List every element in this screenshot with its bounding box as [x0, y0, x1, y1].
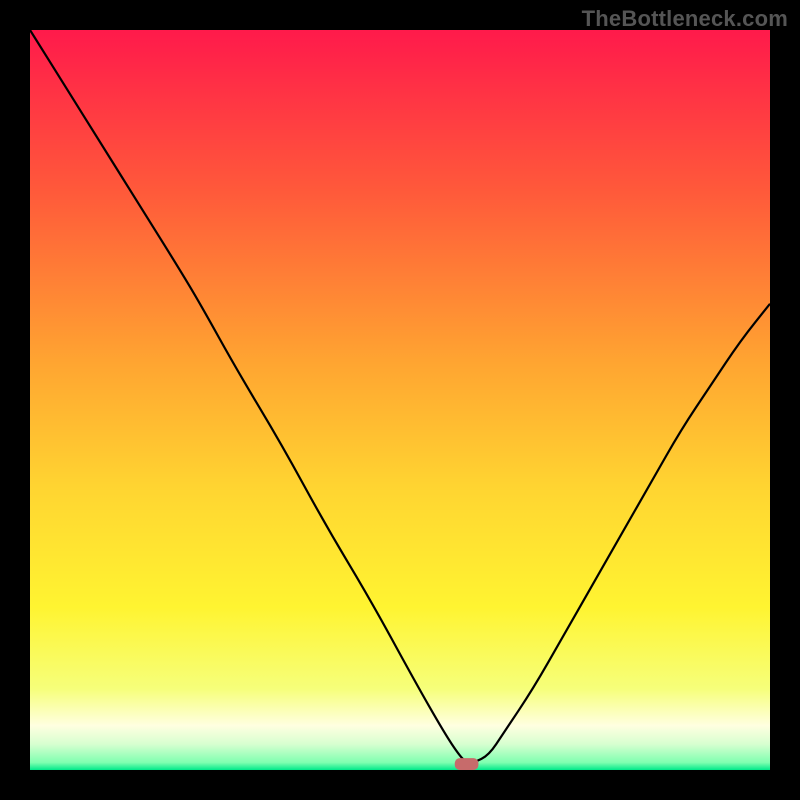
- bottleneck-chart: [30, 30, 770, 770]
- chart-plot-area: [30, 30, 770, 770]
- chart-background-gradient: [30, 30, 770, 770]
- optimal-point-marker: [455, 758, 479, 770]
- watermark-text: TheBottleneck.com: [582, 6, 788, 32]
